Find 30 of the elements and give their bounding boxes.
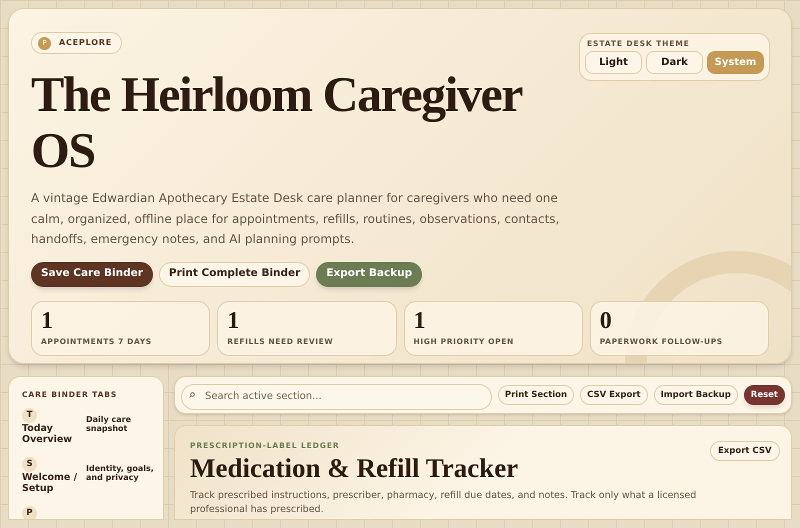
- page-title: The Heirloom Caregiver OS: [31, 66, 523, 178]
- toolbar-button[interactable]: Print Section: [498, 385, 574, 405]
- brand-name: ACEPLORE: [59, 37, 112, 49]
- stat-value: 1: [227, 308, 240, 334]
- section-description: Track prescribed instructions, prescriber, pharmacy, refill due dates, and notes. Track only what a licensed professional has prescribed.: [190, 489, 698, 518]
- tab-initial: T: [22, 408, 37, 424]
- stat-value: 1: [414, 308, 426, 334]
- page-description: A vintage Edwardian Apothecary Estate Desk care planner for caregivers who need one calm, organized, offline place for appointments, refills, routines, observations, contacts, handoffs, emergency notes, and AI planning prompts.: [31, 190, 560, 248]
- search-field[interactable]: Search active section...: [181, 384, 492, 410]
- toolbar-button[interactable]: CSV Export: [580, 385, 648, 405]
- section-title: Medication & Refill Tracker: [190, 453, 520, 484]
- theme-option[interactable]: Light: [585, 51, 642, 74]
- tab-title: Welcome / Setup: [22, 472, 78, 494]
- tab-title: Today Overview: [22, 423, 74, 446]
- sidebar-tab[interactable]: T Today Overview Daily care snapshot: [22, 408, 150, 446]
- toolbar-button[interactable]: Import Backup: [654, 385, 738, 405]
- stat-value: 1: [41, 308, 54, 334]
- tab-description: Identity, goals, and privacy: [86, 464, 155, 482]
- sidebar-tab[interactable]: P: [22, 506, 150, 519]
- tab-initial: P: [22, 506, 37, 519]
- search-icon: [189, 392, 195, 398]
- action-button[interactable]: Print Complete Binder: [158, 262, 310, 286]
- tab-description: Daily care snapshot: [86, 415, 132, 434]
- toolbar-button[interactable]: Reset: [744, 385, 785, 405]
- export-csv-button[interactable]: Export CSV: [710, 441, 780, 461]
- stat-value: 0: [600, 308, 613, 334]
- theme-option[interactable]: Dark: [646, 51, 703, 74]
- action-button[interactable]: Export Backup: [316, 262, 422, 286]
- action-button[interactable]: Save Care Binder: [31, 262, 153, 286]
- tab-initial: S: [22, 457, 37, 472]
